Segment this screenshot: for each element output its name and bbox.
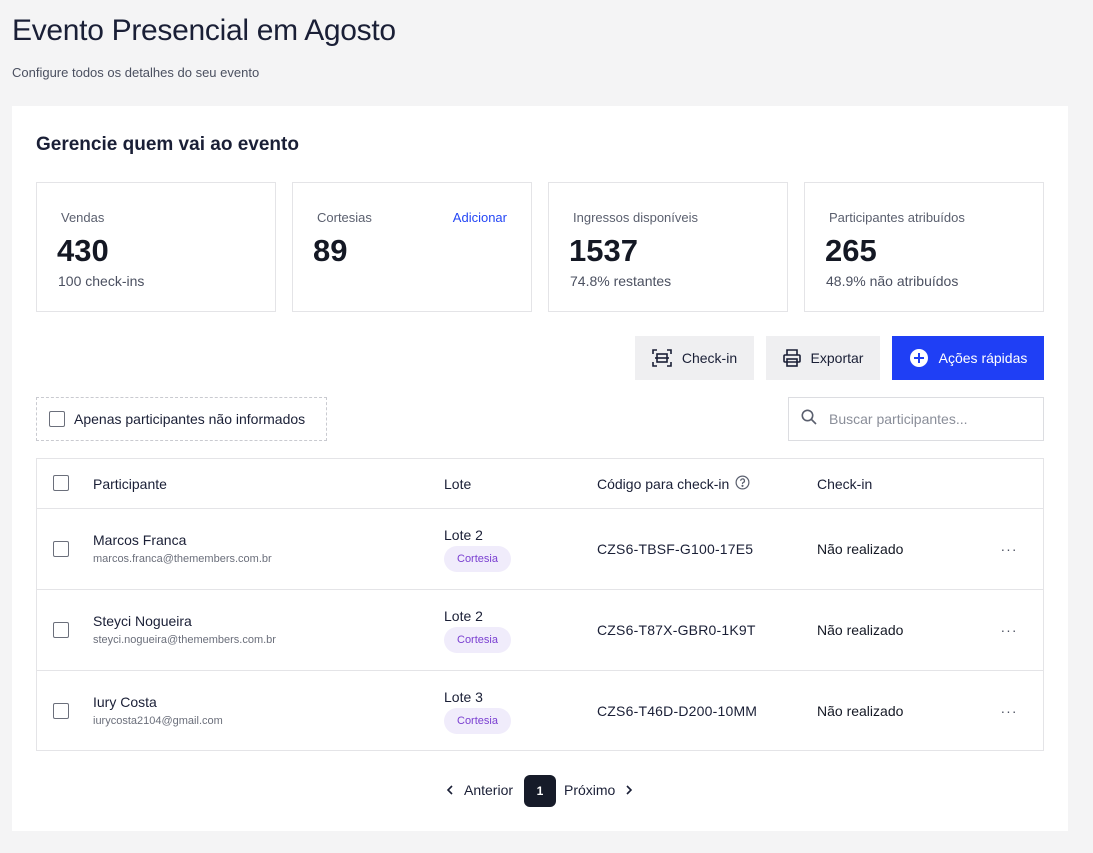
checkin-button[interactable]: Check-in — [635, 336, 754, 380]
export-button[interactable]: Exportar — [766, 336, 880, 380]
checkin-code: CZS6-T46D-D200-10MM — [597, 703, 758, 719]
stat-value: 1537 — [569, 233, 638, 268]
next-page-button[interactable]: Próximo — [564, 774, 633, 806]
table-row: Iury Costa iurycosta2104@gmail.com Lote … — [37, 671, 1043, 752]
search-box[interactable] — [788, 397, 1044, 441]
stat-label: Participantes atribuídos — [829, 210, 965, 225]
search-icon — [801, 409, 817, 430]
participant-email: marcos.franca@themembers.com.br — [93, 553, 272, 565]
stat-value: 430 — [57, 233, 109, 268]
lote-name: Lote 2 — [444, 527, 483, 543]
participant-email: steyci.nogueira@themembers.com.br — [93, 634, 276, 646]
filter-checkbox[interactable] — [49, 411, 65, 427]
participant-name: Iury Costa — [93, 694, 157, 710]
checkin-status: Não realizado — [817, 622, 904, 638]
stat-label: Cortesias — [317, 210, 372, 225]
checkin-status: Não realizado — [817, 703, 904, 719]
next-page-label: Próximo — [564, 782, 616, 798]
search-input[interactable] — [829, 411, 1029, 427]
table-row: Marcos Franca marcos.franca@themembers.c… — [37, 509, 1043, 590]
chevron-right-icon — [625, 782, 633, 798]
participant-email: iurycosta2104@gmail.com — [93, 715, 223, 727]
quick-actions-label: Ações rápidas — [938, 350, 1028, 366]
stat-sub: 100 check-ins — [58, 273, 145, 289]
pagination: Anterior 1 Próximo — [12, 774, 1068, 808]
courtesy-badge: Cortesia — [444, 546, 511, 572]
participants-table: Participante Lote Código para check-in C… — [36, 458, 1044, 751]
stat-label: Vendas — [61, 210, 105, 225]
select-all-checkbox[interactable] — [53, 475, 69, 491]
stat-value: 89 — [313, 233, 348, 268]
scan-icon — [652, 349, 672, 367]
add-courtesy-link[interactable]: Adicionar — [453, 210, 507, 225]
stat-card-tickets-available: Ingressos disponíveis 1537 74.8% restant… — [548, 182, 788, 312]
stat-label: Ingressos disponíveis — [573, 210, 699, 225]
more-horizontal-icon[interactable]: ··· — [997, 699, 1021, 723]
stat-card-courtesies: Cortesias Adicionar 89 — [292, 182, 532, 312]
column-header-code-label: Código para check-in — [597, 476, 730, 492]
chevron-left-icon — [446, 782, 454, 798]
page-subtitle: Configure todos os detalhes do seu event… — [12, 65, 260, 80]
column-header-lote[interactable]: Lote — [444, 476, 471, 492]
printer-icon — [782, 349, 801, 367]
page-number-current[interactable]: 1 — [524, 775, 556, 807]
row-checkbox[interactable] — [53, 703, 69, 719]
previous-page-label: Anterior — [464, 782, 514, 798]
checkin-status: Não realizado — [817, 541, 904, 557]
participant-name: Marcos Franca — [93, 532, 187, 548]
stat-value: 265 — [825, 233, 877, 268]
lote-name: Lote 2 — [444, 608, 483, 624]
checkin-code: CZS6-TBSF-G100-17E5 — [597, 541, 754, 557]
stat-sub: 74.8% restantes — [570, 273, 672, 289]
filter-label: Apenas participantes não informados — [74, 411, 306, 427]
previous-page-button[interactable]: Anterior — [446, 774, 513, 806]
column-header-participant[interactable]: Participante — [93, 476, 167, 492]
checkin-code: CZS6-T87X-GBR0-1K9T — [597, 622, 756, 638]
section-title: Gerencie quem vai ao evento — [36, 134, 299, 155]
row-checkbox[interactable] — [53, 622, 69, 638]
export-button-label: Exportar — [810, 350, 864, 366]
lote-name: Lote 3 — [444, 689, 483, 705]
courtesy-badge: Cortesia — [444, 627, 511, 653]
column-header-checkin[interactable]: Check-in — [817, 476, 872, 492]
more-horizontal-icon[interactable]: ··· — [997, 618, 1021, 642]
help-circle-icon[interactable] — [735, 475, 750, 493]
stat-card-sales: Vendas 430 100 check-ins — [36, 182, 276, 312]
row-checkbox[interactable] — [53, 541, 69, 557]
table-header: Participante Lote Código para check-in C… — [37, 459, 1043, 509]
stat-card-assigned-participants: Participantes atribuídos 265 48.9% não a… — [804, 182, 1044, 312]
uninformed-filter-toggle[interactable]: Apenas participantes não informados — [36, 397, 327, 441]
participant-name: Steyci Nogueira — [93, 613, 192, 629]
more-horizontal-icon[interactable]: ··· — [997, 537, 1021, 561]
checkin-button-label: Check-in — [681, 350, 738, 366]
courtesy-badge: Cortesia — [444, 708, 511, 734]
table-row: Steyci Nogueira steyci.nogueira@themembe… — [37, 590, 1043, 671]
column-header-code[interactable]: Código para check-in — [597, 475, 750, 493]
attendees-panel: Gerencie quem vai ao evento Vendas 430 1… — [12, 106, 1068, 831]
stat-sub: 48.9% não atribuídos — [826, 273, 959, 289]
quick-actions-button[interactable]: Ações rápidas — [892, 336, 1044, 380]
plus-circle-icon — [909, 348, 929, 368]
page-title: Evento Presencial em Agosto — [12, 14, 396, 47]
